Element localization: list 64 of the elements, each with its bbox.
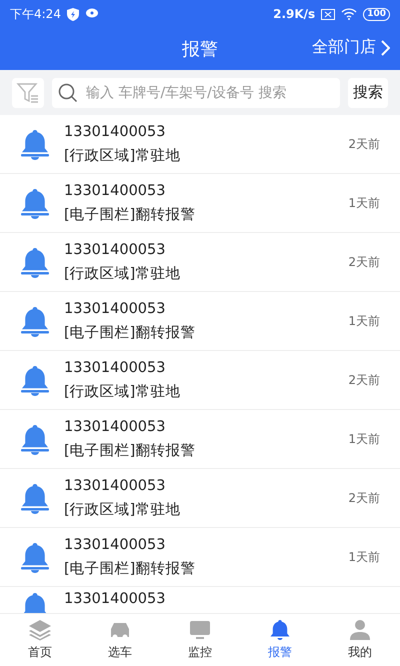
monitor-icon bbox=[188, 619, 212, 641]
shield-icon bbox=[66, 8, 79, 20]
filter-icon[interactable] bbox=[16, 80, 40, 104]
alarm-time: 1天前 bbox=[348, 430, 380, 448]
alarm-type: [行政区域]常驻地 bbox=[64, 146, 182, 164]
alarm-type: [电子围栏]翻转报警 bbox=[64, 206, 196, 224]
layers-icon bbox=[28, 619, 52, 641]
device-number: 13301400053 bbox=[64, 591, 166, 607]
page-title: 报警 bbox=[182, 38, 218, 61]
device-number: 13301400053 bbox=[64, 360, 166, 376]
alarm-type: [行政区域]常驻地 bbox=[64, 264, 182, 282]
nav-tab[interactable]: 首页 bbox=[0, 614, 80, 666]
alarm-time: 2天前 bbox=[348, 254, 380, 270]
alarm-item[interactable]: 13301400053 [电子围栏]翻转报警 1天前 bbox=[0, 410, 400, 469]
battery-icon: 100 bbox=[363, 8, 390, 20]
alarm-type: [行政区域]常驻地 bbox=[64, 382, 182, 400]
chat-icon bbox=[84, 8, 99, 20]
alarm-item[interactable]: 13301400053 [电子围栏]翻转报警 1天前 bbox=[0, 292, 400, 351]
wifi-icon bbox=[341, 8, 358, 20]
status-time: 下午4:24 bbox=[10, 6, 61, 22]
alarm-time: 2天前 bbox=[348, 490, 380, 506]
person-icon bbox=[348, 619, 372, 641]
alarm-item[interactable]: 13301400053 [电子围栏]翻转报警 1天前 bbox=[0, 528, 400, 587]
alarm-time: 1天前 bbox=[348, 548, 380, 566]
nav-tab[interactable]: 我的 bbox=[320, 614, 400, 666]
bell-icon bbox=[20, 187, 50, 219]
nav-tab[interactable]: 监控 bbox=[160, 614, 240, 666]
alarm-type: [电子围栏]翻转报警 bbox=[64, 442, 196, 460]
bell-icon bbox=[20, 305, 50, 337]
search-icon bbox=[58, 82, 78, 102]
sim-icon bbox=[321, 8, 336, 20]
search-button[interactable]: 搜索 bbox=[348, 78, 388, 108]
alarm-time: 1天前 bbox=[348, 194, 380, 212]
device-number: 13301400053 bbox=[64, 300, 166, 316]
bell-icon bbox=[20, 364, 50, 396]
alarm-item[interactable]: 13301400053 [行政区域]常驻地 2天前 bbox=[0, 351, 400, 410]
alarm-time: 2天前 bbox=[348, 372, 380, 388]
bell-icon bbox=[20, 246, 50, 278]
bell-icon bbox=[20, 482, 50, 514]
device-number: 13301400053 bbox=[64, 418, 166, 434]
nav-tab[interactable]: 报警 bbox=[240, 614, 320, 666]
alarm-item[interactable]: 13301400053 [行政区域]常驻地 2天前 bbox=[0, 469, 400, 528]
nav-tab[interactable]: 选车 bbox=[80, 614, 160, 666]
bell-icon bbox=[20, 128, 50, 160]
alarm-time: 1天前 bbox=[348, 312, 380, 330]
device-number: 13301400053 bbox=[64, 124, 166, 140]
bell-icon bbox=[268, 619, 292, 641]
bell-icon bbox=[20, 423, 50, 455]
device-number: 13301400053 bbox=[64, 242, 166, 258]
store-filter-link[interactable]: 全部门店 bbox=[312, 37, 390, 58]
alarm-type: [电子围栏]翻转报警 bbox=[64, 324, 196, 342]
alarm-type: [行政区域]常驻地 bbox=[64, 500, 182, 518]
alarm-time: 2天前 bbox=[348, 136, 380, 152]
bell-icon bbox=[20, 541, 50, 573]
alarm-type: [电子围栏]翻转报警 bbox=[64, 560, 196, 578]
device-number: 13301400053 bbox=[64, 182, 166, 198]
search-field[interactable]: 输入 车牌号/车架号/设备号 搜索 bbox=[52, 78, 340, 108]
device-number: 13301400053 bbox=[64, 478, 166, 494]
network-speed: 2.9K/s bbox=[273, 7, 316, 21]
alarm-item[interactable]: 13301400053 [行政区域]常驻地 2天前 bbox=[0, 233, 400, 292]
alarm-item[interactable]: 13301400053 [电子围栏]翻转报警 1天前 bbox=[0, 174, 400, 233]
device-number: 13301400053 bbox=[64, 536, 166, 552]
alarm-item[interactable]: 13301400053 [行政区域]常驻地 2天前 bbox=[0, 115, 400, 174]
chevron-icon bbox=[380, 40, 390, 56]
